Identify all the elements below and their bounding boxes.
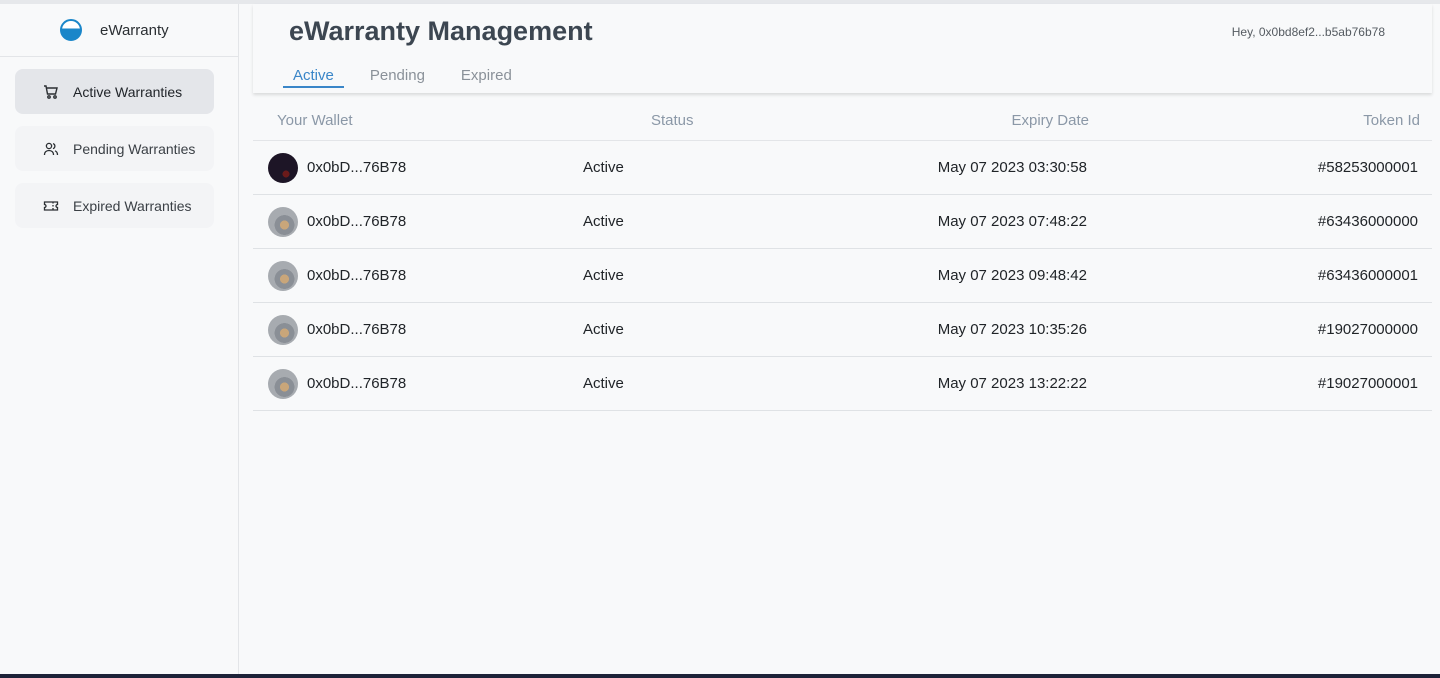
sidebar-item-label: Pending Warranties — [73, 140, 196, 157]
avatar — [268, 152, 298, 183]
wallet-cell: 0x0bD...76B78 — [253, 368, 583, 399]
wallet-address: 0x0bD...76B78 — [307, 267, 407, 284]
brand[interactable]: eWarranty — [0, 4, 238, 57]
avatar — [268, 368, 298, 399]
sidebar-item-active-warranties[interactable]: Active Warranties — [15, 69, 214, 114]
expiry-cell: May 07 2023 10:35:26 — [937, 321, 1087, 338]
wallet-address: 0x0bD...76B78 — [307, 159, 407, 176]
expiry-cell: May 07 2023 13:22:22 — [937, 375, 1087, 392]
table-row[interactable]: 0x0bD...76B78 Active May 07 2023 10:35:2… — [253, 303, 1432, 357]
warranty-table: Your Wallet Status Expiry Date Token Id … — [253, 100, 1432, 411]
avatar — [268, 260, 298, 291]
cart-icon — [43, 84, 59, 100]
ewarranty-logo-icon — [60, 19, 82, 41]
wallet-cell: 0x0bD...76B78 — [253, 314, 583, 345]
table-row[interactable]: 0x0bD...76B78 Active May 07 2023 13:22:2… — [253, 357, 1432, 411]
status-cell: Active — [583, 267, 624, 284]
header: eWarranty Management Hey, 0x0bd8ef2...b5… — [253, 4, 1432, 93]
token-cell: #63436000000 — [1317, 213, 1418, 230]
expiry-cell: May 07 2023 09:48:42 — [937, 267, 1087, 284]
table-row[interactable]: 0x0bD...76B78 Active May 07 2023 09:48:4… — [253, 249, 1432, 303]
column-header-status[interactable]: Status — [583, 112, 843, 129]
bottom-bar — [0, 674, 1440, 678]
wallet-cell: 0x0bD...76B78 — [253, 152, 583, 183]
column-header-wallet[interactable]: Your Wallet — [253, 112, 583, 129]
sidebar-item-pending-warranties[interactable]: Pending Warranties — [15, 126, 214, 171]
brand-name: eWarranty — [100, 21, 169, 39]
tab-expired[interactable]: Expired — [451, 67, 522, 88]
status-cell: Active — [583, 159, 624, 176]
wallet-address: 0x0bD...76B78 — [307, 213, 407, 230]
status-cell: Active — [583, 213, 624, 230]
expiry-cell: May 07 2023 03:30:58 — [937, 159, 1087, 176]
token-cell: #63436000001 — [1317, 267, 1418, 284]
tab-pending[interactable]: Pending — [360, 67, 435, 88]
status-tabs: Active Pending Expired — [283, 67, 538, 88]
token-cell: #19027000001 — [1317, 375, 1418, 392]
wallet-cell: 0x0bD...76B78 — [253, 206, 583, 237]
table-row[interactable]: 0x0bD...76B78 Active May 07 2023 03:30:5… — [253, 141, 1432, 195]
wallet-address: 0x0bD...76B78 — [307, 321, 407, 338]
status-cell: Active — [583, 375, 624, 392]
column-header-token[interactable]: Token Id — [1263, 112, 1432, 129]
expiry-cell: May 07 2023 07:48:22 — [937, 213, 1087, 230]
sidebar-item-label: Expired Warranties — [73, 197, 192, 214]
avatar — [268, 314, 298, 345]
column-header-expiry[interactable]: Expiry Date — [843, 112, 1263, 129]
tab-active[interactable]: Active — [283, 67, 344, 88]
wallet-address: 0x0bD...76B78 — [307, 375, 407, 392]
table-header: Your Wallet Status Expiry Date Token Id — [253, 100, 1432, 141]
table-row[interactable]: 0x0bD...76B78 Active May 07 2023 07:48:2… — [253, 195, 1432, 249]
sidebar-item-expired-warranties[interactable]: Expired Warranties — [15, 183, 214, 228]
sidebar-item-label: Active Warranties — [73, 83, 183, 100]
token-cell: #19027000000 — [1317, 321, 1418, 338]
wallet-greeting[interactable]: Hey, 0x0bd8ef2...b5ab76b78 — [1232, 25, 1385, 39]
wallet-cell: 0x0bD...76B78 — [253, 260, 583, 291]
sidebar: eWarranty Active Warranties Pending Warr… — [0, 4, 239, 674]
status-cell: Active — [583, 321, 624, 338]
users-icon — [43, 141, 59, 157]
sidebar-nav: Active Warranties Pending Warranties Exp… — [0, 57, 238, 252]
page-title: eWarranty Management — [289, 16, 593, 46]
token-cell: #58253000001 — [1317, 159, 1418, 176]
ticket-icon — [43, 198, 59, 214]
avatar — [268, 206, 298, 237]
